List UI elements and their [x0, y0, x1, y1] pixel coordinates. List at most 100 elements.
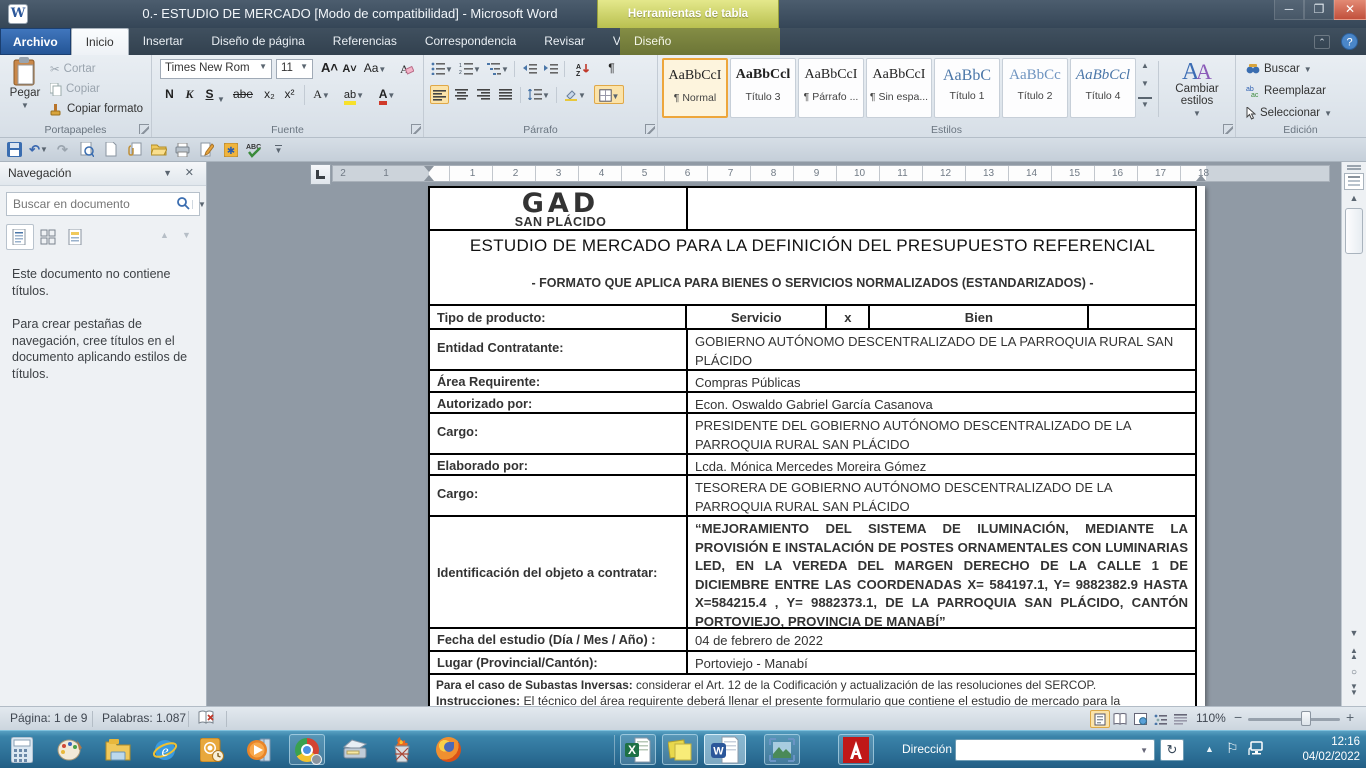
print-icon[interactable] — [174, 141, 191, 158]
clear-formatting-icon[interactable]: A — [396, 59, 415, 78]
quick-parts-icon[interactable]: ✱ — [222, 141, 239, 158]
taskbar-photo-viewer-button[interactable] — [764, 734, 800, 765]
restore-button[interactable]: ❐ — [1304, 0, 1334, 20]
nav-tab-pages[interactable] — [34, 224, 62, 250]
style-titulo-1[interactable]: AaBbC Título 1 — [934, 58, 1000, 118]
tab-file[interactable]: Archivo — [0, 28, 71, 55]
tab-insertar[interactable]: Insertar — [129, 28, 198, 55]
scroll-up-icon[interactable]: ▲ — [1344, 193, 1364, 203]
address-go-icon[interactable]: ↻ — [1160, 739, 1184, 761]
taskbar-explorer-button[interactable] — [100, 734, 136, 765]
style-titulo-4[interactable]: AaBbCcl Título 4 — [1070, 58, 1136, 118]
sort-icon[interactable]: AZ — [572, 59, 596, 78]
taskbar-firefox-button[interactable] — [430, 734, 466, 765]
taskbar-shredder-button[interactable] — [384, 734, 420, 765]
next-page-icon[interactable]: ▼▼ — [1344, 684, 1364, 696]
borders-icon[interactable]: ▼ — [594, 85, 624, 104]
new-document-icon[interactable] — [102, 141, 119, 158]
pane-options-chevron-icon[interactable]: ▼ — [163, 162, 172, 185]
document-page[interactable]: GAD SAN PLÁCIDO ESTUDIO DE MERCADO PARA … — [428, 186, 1205, 706]
more-commands-icon[interactable]: ▼ — [270, 141, 287, 158]
change-case-button[interactable]: Aa▼ — [362, 59, 388, 78]
styles-scroll-up-icon[interactable]: ▲ — [1138, 61, 1152, 70]
select-browse-object-icon[interactable]: ○ — [1344, 667, 1364, 678]
format-painter-button[interactable]: Copiar formato — [50, 99, 143, 119]
scroll-down-icon[interactable]: ▼ — [1344, 628, 1364, 638]
clipboard-dialog-launcher-icon[interactable] — [139, 124, 149, 134]
taskbar-scanner-button[interactable] — [337, 734, 373, 765]
style-titulo-2[interactable]: AaBbCc Título 2 — [1002, 58, 1068, 118]
page-indicator[interactable]: Página: 1 de 9 — [10, 711, 87, 725]
change-styles-button[interactable]: AA Cambiar estilos▼ — [1164, 57, 1230, 121]
shrink-font-icon[interactable]: A˅ — [340, 60, 359, 79]
search-icon[interactable] — [174, 196, 192, 213]
tab-stop-selector[interactable] — [310, 164, 331, 185]
styles-dialog-launcher-icon[interactable] — [1223, 124, 1233, 134]
show-hidden-icons[interactable]: ▲ — [1205, 744, 1214, 754]
font-dialog-launcher-icon[interactable] — [411, 124, 421, 134]
tab-diseno-tabla[interactable]: Diseño — [620, 28, 685, 55]
tab-referencias[interactable]: Referencias — [319, 28, 411, 55]
help-icon[interactable]: ? — [1341, 33, 1358, 50]
tab-diseno-pagina[interactable]: Diseño de página — [197, 28, 318, 55]
bien-checkbox-cell[interactable] — [1087, 306, 1195, 328]
paste-button[interactable]: Pegar ▼ — [4, 57, 46, 121]
align-right-icon[interactable] — [474, 85, 493, 104]
taskbar-chrome-button[interactable] — [289, 734, 325, 765]
hanging-indent-marker[interactable] — [424, 175, 434, 181]
draft-view-icon[interactable] — [1170, 710, 1190, 728]
multilevel-list-icon[interactable]: ▼ — [486, 59, 510, 78]
search-input[interactable] — [7, 197, 174, 211]
strikethrough-button[interactable]: abe — [230, 85, 256, 104]
edit-icon[interactable] — [198, 141, 215, 158]
zoom-slider-thumb[interactable] — [1301, 711, 1311, 726]
italic-button[interactable]: K — [180, 85, 199, 104]
print-preview-icon[interactable] — [78, 141, 95, 158]
highlight-color-icon[interactable]: ab▼ — [340, 85, 368, 104]
taskbar-word-button[interactable]: W — [704, 734, 746, 765]
servicio-checkbox-cell[interactable]: x — [825, 306, 868, 328]
proofing-status-icon[interactable] — [198, 710, 216, 729]
taskbar-autocad-button[interactable] — [838, 734, 874, 765]
pane-close-icon[interactable]: ✕ — [185, 162, 194, 185]
subscript-button[interactable]: x₂ — [260, 85, 279, 104]
zoom-out-icon[interactable]: − — [1234, 709, 1242, 725]
taskbar-clock[interactable]: 12:16 04/02/2022 — [1274, 735, 1360, 765]
word-count[interactable]: Palabras: 1.087 — [102, 711, 186, 725]
increase-indent-icon[interactable] — [541, 59, 560, 78]
style-titulo-3[interactable]: AaBbCcl Título 3 — [730, 58, 796, 118]
outline-view-icon[interactable] — [1150, 710, 1170, 728]
zoom-slider[interactable] — [1248, 718, 1340, 721]
open-folder-icon[interactable] — [150, 141, 167, 158]
cut-button[interactable]: ✂Cortar — [50, 59, 96, 79]
right-indent-marker[interactable] — [1196, 175, 1206, 181]
taskbar-ie-button[interactable]: e — [147, 734, 183, 765]
taskbar-excel-button[interactable]: X — [620, 734, 656, 765]
bullets-icon[interactable]: ▼ — [430, 59, 454, 78]
previous-result-icon[interactable]: ▲ — [160, 230, 169, 240]
tab-correspondencia[interactable]: Correspondencia — [411, 28, 530, 55]
network-icon[interactable] — [1248, 741, 1265, 760]
fullscreen-reading-view-icon[interactable] — [1110, 710, 1130, 728]
save-icon[interactable] — [6, 141, 23, 158]
scroll-thumb[interactable] — [1345, 208, 1363, 254]
tab-inicio[interactable]: Inicio — [71, 28, 129, 55]
address-input[interactable] — [956, 743, 1134, 757]
paragraph-dialog-launcher-icon[interactable] — [645, 124, 655, 134]
spelling-icon[interactable]: ABC — [246, 141, 263, 158]
styles-gallery-more-icon[interactable]: ▼ — [1138, 97, 1152, 111]
vertical-scrollbar[interactable]: ▲ ▼ ▲▲ ○ ▼▼ — [1341, 162, 1366, 706]
undo-icon[interactable]: ↶▼ — [30, 141, 47, 158]
replace-button[interactable]: abac Reemplazar — [1246, 81, 1326, 101]
copy-button[interactable]: Copiar — [50, 79, 100, 99]
close-button[interactable]: ✕ — [1334, 0, 1366, 20]
first-line-indent-marker[interactable] — [424, 166, 434, 172]
taskbar-paint-button[interactable] — [52, 734, 88, 765]
attach-icon[interactable] — [126, 141, 143, 158]
align-center-icon[interactable] — [452, 85, 471, 104]
nav-tab-results[interactable] — [62, 224, 90, 250]
split-handle[interactable] — [1347, 165, 1361, 167]
address-dropdown-icon[interactable]: ▼ — [1134, 746, 1154, 755]
taskbar-wmp-button[interactable] — [241, 734, 277, 765]
action-center-flag-icon[interactable]: ⚐ — [1226, 740, 1239, 757]
